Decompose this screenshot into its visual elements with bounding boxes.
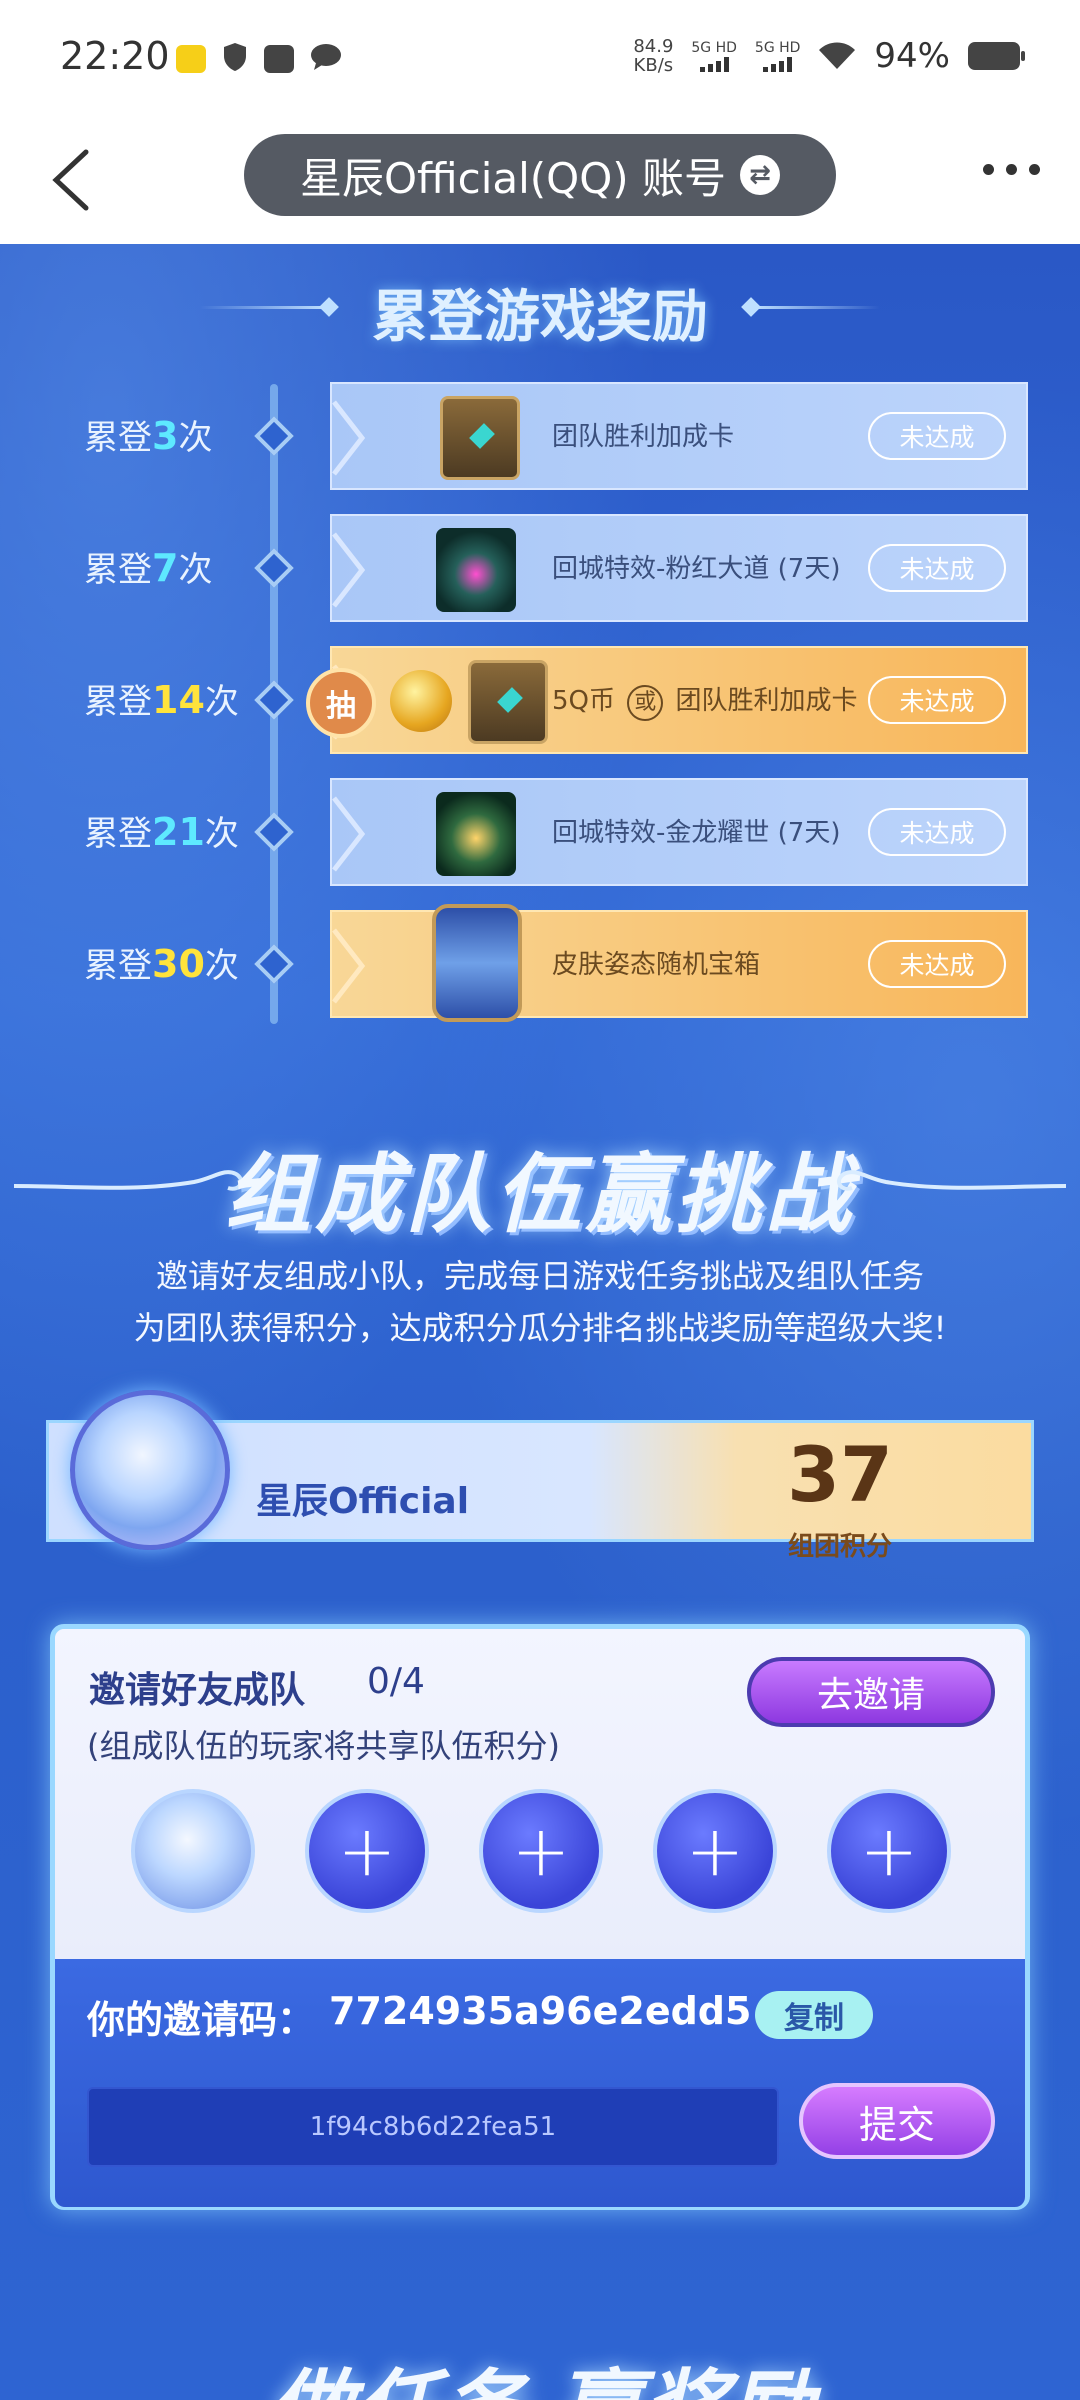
back-button[interactable]	[44, 140, 114, 220]
reward-card: 5Q币 或 团队胜利加成卡 未达成	[330, 646, 1028, 754]
invite-code-label: 你的邀请码：	[87, 1998, 316, 2042]
recall-effect-gold-dragon-icon	[436, 792, 516, 876]
reward-text: 皮肤姿态随机宝箱	[552, 950, 761, 980]
wifi-icon	[818, 41, 856, 71]
invite-count: 0/4	[367, 1661, 425, 1702]
swirl-decor-icon	[836, 1170, 1066, 1191]
login-count-label: 累登14次	[84, 678, 239, 722]
chevron-left-icon	[52, 149, 89, 211]
sim2-signal-icon: 5G HD	[754, 40, 801, 72]
timeline-node	[254, 416, 294, 456]
reward-card: 团队胜利加成卡 未达成	[330, 382, 1028, 490]
reward-card: 回城特效-金龙耀世 (7天) 未达成	[330, 778, 1028, 886]
notification-icons	[176, 42, 342, 76]
status-badge: 未达成	[868, 808, 1006, 856]
timeline-node	[254, 548, 294, 588]
bonus-card-icon	[440, 396, 520, 480]
reward-text: 回城特效-金龙耀世 (7天)	[552, 818, 841, 848]
sim2-label: 5G HD	[754, 40, 801, 56]
reward-text: 回城特效-粉红大道 (7天)	[552, 554, 841, 584]
net-speed-value: 84.9	[633, 36, 674, 57]
net-speed-unit: KB/s	[633, 55, 674, 76]
invite-title: 邀请好友成队	[89, 1670, 306, 1711]
invite-panel-top: 邀请好友成队 0/4 (组成队伍的玩家将共享队伍积分) 去邀请 + + + +	[55, 1629, 1025, 1959]
reward-text: 团队胜利加成卡	[552, 422, 735, 452]
status-right: 84.9 KB/s 5G HD 5G HD 94%	[633, 36, 1025, 76]
copy-button[interactable]: 复制	[755, 1991, 873, 2039]
sim1-signal-icon: 5G HD	[691, 40, 737, 72]
invite-code-section: 你的邀请码： 7724935a96e2edd5 复制 1f94c8b6d22fe…	[55, 1959, 1025, 2207]
dot-icon	[1029, 164, 1040, 175]
dot-icon	[1006, 164, 1017, 175]
team-challenge-description: 邀请好友组成小队，完成每日游戏任务挑战及组队任务 为团队获得积分，达成积分瓜分排…	[60, 1250, 1020, 1354]
login-rewards-title: 累登游戏奖励	[372, 285, 708, 350]
login-count-label: 累登21次	[84, 810, 239, 854]
bonus-card-icon	[468, 660, 548, 744]
reward-card: 回城特效-粉红大道 (7天) 未达成	[330, 514, 1028, 622]
swap-icon: ⇄	[740, 155, 781, 195]
login-count-label: 累登30次	[84, 942, 239, 986]
reward-card: 皮肤姿态随机宝箱 未达成	[330, 904, 1028, 1022]
invite-code-value: 7724935a96e2edd5	[329, 1989, 752, 2033]
invite-subtitle: (组成队伍的玩家将共享队伍积分)	[87, 1727, 560, 1765]
chevron-right-icon	[332, 796, 366, 872]
account-label: 星辰Official(QQ) 账号	[299, 153, 727, 203]
account-switch-button[interactable]: 星辰Official(QQ) 账号 ⇄	[244, 134, 836, 216]
chevron-right-icon	[332, 928, 366, 1004]
team-score: 37	[787, 1430, 893, 1519]
invite-panel: 邀请好友成队 0/4 (组成队伍的玩家将共享队伍积分) 去邀请 + + + + …	[50, 1624, 1030, 2210]
invite-button[interactable]: 去邀请	[747, 1657, 995, 1727]
add-member-slot[interactable]: +	[479, 1789, 603, 1913]
timeline-node	[254, 812, 294, 852]
treasure-chest-icon	[432, 904, 522, 1022]
login-count-label: 累登3次	[84, 414, 213, 458]
status-badge: 未达成	[868, 676, 1006, 724]
shield-icon	[222, 42, 248, 76]
activity-page: 累登游戏奖励 累登3次 团队胜利加成卡 未达成 累登7次 回城特效-粉红大道 (…	[0, 244, 1080, 2400]
desc-line: 为团队获得积分，达成积分瓜分排名挑战奖励等超级大奖!	[133, 1309, 947, 1347]
status-badge: 未达成	[868, 940, 1006, 988]
desc-line: 邀请好友组成小队，完成每日游戏任务挑战及组队任务	[155, 1257, 924, 1295]
chat-bubble-icon	[310, 43, 342, 75]
status-badge: 未达成	[868, 544, 1006, 592]
battery-percent: 94%	[874, 36, 950, 76]
avatar	[70, 1390, 230, 1550]
battery-icon	[968, 42, 1025, 70]
coin-icon	[390, 670, 452, 732]
timeline-node	[254, 680, 294, 720]
recall-effect-pink-icon	[436, 528, 516, 612]
login-count-label: 累登7次	[84, 546, 213, 590]
title-decor-line	[752, 306, 880, 309]
add-member-slot[interactable]: +	[653, 1789, 777, 1913]
sim1-label: 5G HD	[691, 40, 737, 56]
square-notification-icon	[264, 45, 294, 73]
team-name: 星辰Official	[256, 1481, 470, 1522]
reward-text: 5Q币 或 团队胜利加成卡	[552, 680, 858, 721]
submit-button[interactable]: 提交	[799, 2083, 995, 2159]
add-member-slot[interactable]: +	[305, 1789, 429, 1913]
invite-code-input[interactable]: 1f94c8b6d22fea51	[87, 2087, 779, 2167]
chevron-right-icon	[332, 400, 366, 476]
status-time: 22:20	[60, 34, 170, 78]
chevron-right-icon	[332, 532, 366, 608]
net-speed: 84.9 KB/s	[633, 37, 673, 75]
app-header: 星辰Official(QQ) 账号 ⇄	[0, 116, 1080, 244]
team-score-label: 组团积分	[787, 1532, 892, 1562]
timeline-node	[254, 944, 294, 984]
tasks-section-title: 做任务 赢奖励	[0, 2340, 1080, 2400]
status-badge: 未达成	[868, 412, 1006, 460]
app-notification-icon	[176, 45, 206, 73]
team-member-avatar	[131, 1789, 255, 1913]
status-bar: 22:20 84.9 KB/s 5G HD 5G HD 94%	[0, 0, 1080, 116]
dot-icon	[983, 164, 994, 175]
lottery-badge: 抽	[306, 668, 376, 738]
more-menu-button[interactable]	[983, 164, 1040, 175]
add-member-slot[interactable]: +	[827, 1789, 951, 1913]
